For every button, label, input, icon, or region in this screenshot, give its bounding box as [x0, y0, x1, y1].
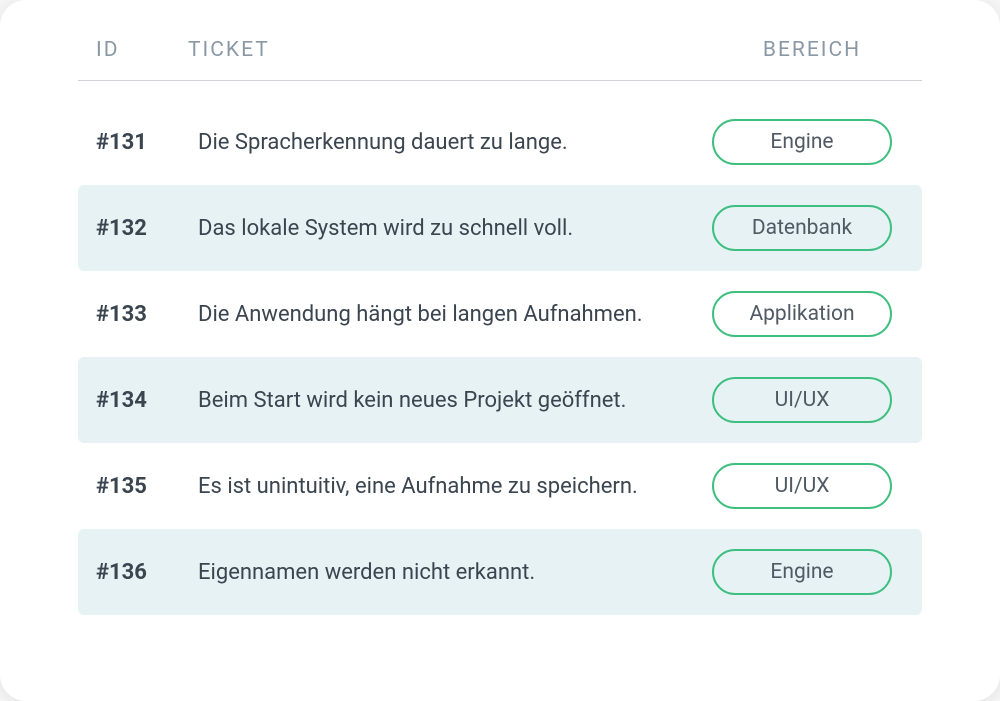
- ticket-id: #132: [88, 216, 198, 241]
- area-pill[interactable]: UI/UX: [712, 377, 892, 423]
- table-header-row: ID TICKET BEREICH: [78, 38, 922, 81]
- area-pill[interactable]: UI/UX: [712, 463, 892, 509]
- ticket-area-cell: Applikation: [692, 291, 912, 337]
- ticket-table-card: ID TICKET BEREICH #131 Die Spracherkennu…: [0, 0, 1000, 701]
- ticket-id: #136: [88, 560, 198, 585]
- ticket-title: Beim Start wird kein neues Projekt geöff…: [198, 388, 692, 413]
- area-pill[interactable]: Applikation: [712, 291, 892, 337]
- ticket-id: #133: [88, 302, 198, 327]
- table-row[interactable]: #136 Eigennamen werden nicht erkannt. En…: [78, 529, 922, 615]
- ticket-area-cell: Engine: [692, 119, 912, 165]
- header-ticket: TICKET: [188, 38, 702, 62]
- header-bereich: BEREICH: [702, 38, 922, 62]
- ticket-id: #134: [88, 388, 198, 413]
- header-id: ID: [78, 38, 188, 62]
- table-row[interactable]: #134 Beim Start wird kein neues Projekt …: [78, 357, 922, 443]
- ticket-id: #131: [88, 130, 198, 155]
- table-row[interactable]: #131 Die Spracherkennung dauert zu lange…: [78, 99, 922, 185]
- ticket-title: Das lokale System wird zu schnell voll.: [198, 216, 692, 241]
- ticket-area-cell: Engine: [692, 549, 912, 595]
- ticket-id: #135: [88, 474, 198, 499]
- ticket-title: Die Spracherkennung dauert zu lange.: [198, 130, 692, 155]
- area-pill[interactable]: Engine: [712, 549, 892, 595]
- ticket-title: Eigennamen werden nicht erkannt.: [198, 560, 692, 585]
- table-row[interactable]: #133 Die Anwendung hängt bei langen Aufn…: [78, 271, 922, 357]
- ticket-title: Es ist unintuitiv, eine Aufnahme zu spei…: [198, 474, 692, 499]
- area-pill[interactable]: Engine: [712, 119, 892, 165]
- table-row[interactable]: #132 Das lokale System wird zu schnell v…: [78, 185, 922, 271]
- area-pill[interactable]: Datenbank: [712, 205, 892, 251]
- ticket-title: Die Anwendung hängt bei langen Aufnahmen…: [198, 302, 692, 327]
- table-body: #131 Die Spracherkennung dauert zu lange…: [78, 99, 922, 615]
- table-row[interactable]: #135 Es ist unintuitiv, eine Aufnahme zu…: [78, 443, 922, 529]
- ticket-area-cell: UI/UX: [692, 463, 912, 509]
- ticket-area-cell: Datenbank: [692, 205, 912, 251]
- ticket-area-cell: UI/UX: [692, 377, 912, 423]
